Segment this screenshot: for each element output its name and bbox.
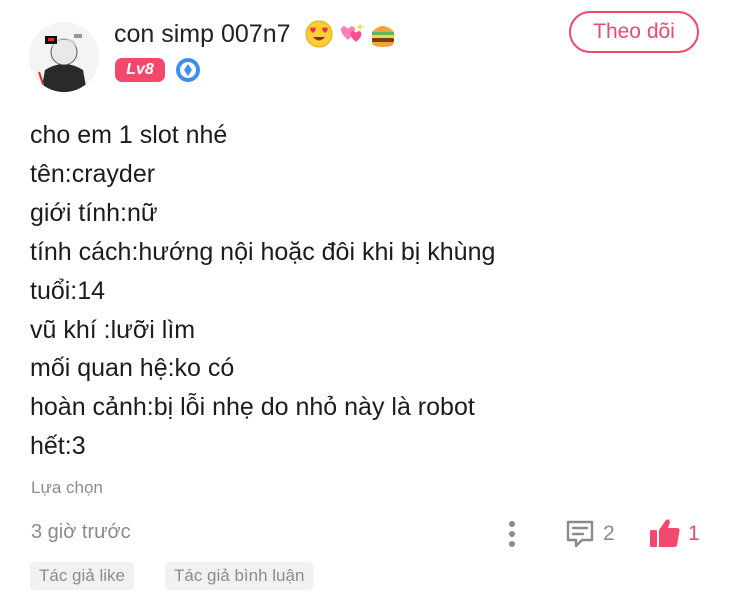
content-line: cho em 1 slot nhé: [30, 121, 228, 149]
content-line: giới tính:nữ: [30, 198, 158, 227]
content-line: tính cách:hướng nội hoặc đôi khi bị khùn…: [30, 237, 496, 266]
author-comment-chip[interactable]: Tác giả bình luận: [165, 562, 314, 590]
comment-content: cho em 1 slot nhé tên:crayder giới tính:…: [30, 116, 495, 466]
thumbs-up-icon[interactable]: [648, 516, 682, 550]
options-link[interactable]: Lựa chọn: [31, 478, 103, 498]
like-count: 1: [688, 522, 700, 545]
comment-count: 2: [603, 522, 615, 545]
content-line: hoàn cảnh:bị lỗi nhẹ do nhỏ này là robot: [30, 393, 475, 422]
hamburger-emoji-icon: [372, 26, 394, 47]
follow-button[interactable]: Theo dõi: [569, 11, 699, 53]
timestamp: 3 giờ trước: [31, 521, 131, 543]
author-name[interactable]: con simp 007n7: [114, 18, 291, 50]
content-line: tuổi:14: [30, 276, 106, 305]
author-like-chip[interactable]: Tác giả like: [30, 562, 134, 590]
more-options-icon[interactable]: [503, 518, 521, 550]
content-line: tên:crayder: [30, 159, 156, 188]
avatar[interactable]: [29, 22, 99, 92]
sparkling-hearts-emoji-icon: [341, 23, 364, 42]
avatar-image: [29, 22, 99, 92]
heart-eyes-emoji-icon: [305, 20, 333, 48]
content-line: vũ khí :lưỡi lìm: [30, 315, 196, 344]
level-badge: Lv8: [115, 58, 165, 82]
blue-medal-icon: [176, 58, 200, 82]
author-emojis: [304, 18, 398, 50]
content-line: hết:3: [30, 432, 86, 461]
comment-icon[interactable]: [564, 517, 596, 549]
content-line: mối quan hệ:ko có: [30, 354, 235, 383]
